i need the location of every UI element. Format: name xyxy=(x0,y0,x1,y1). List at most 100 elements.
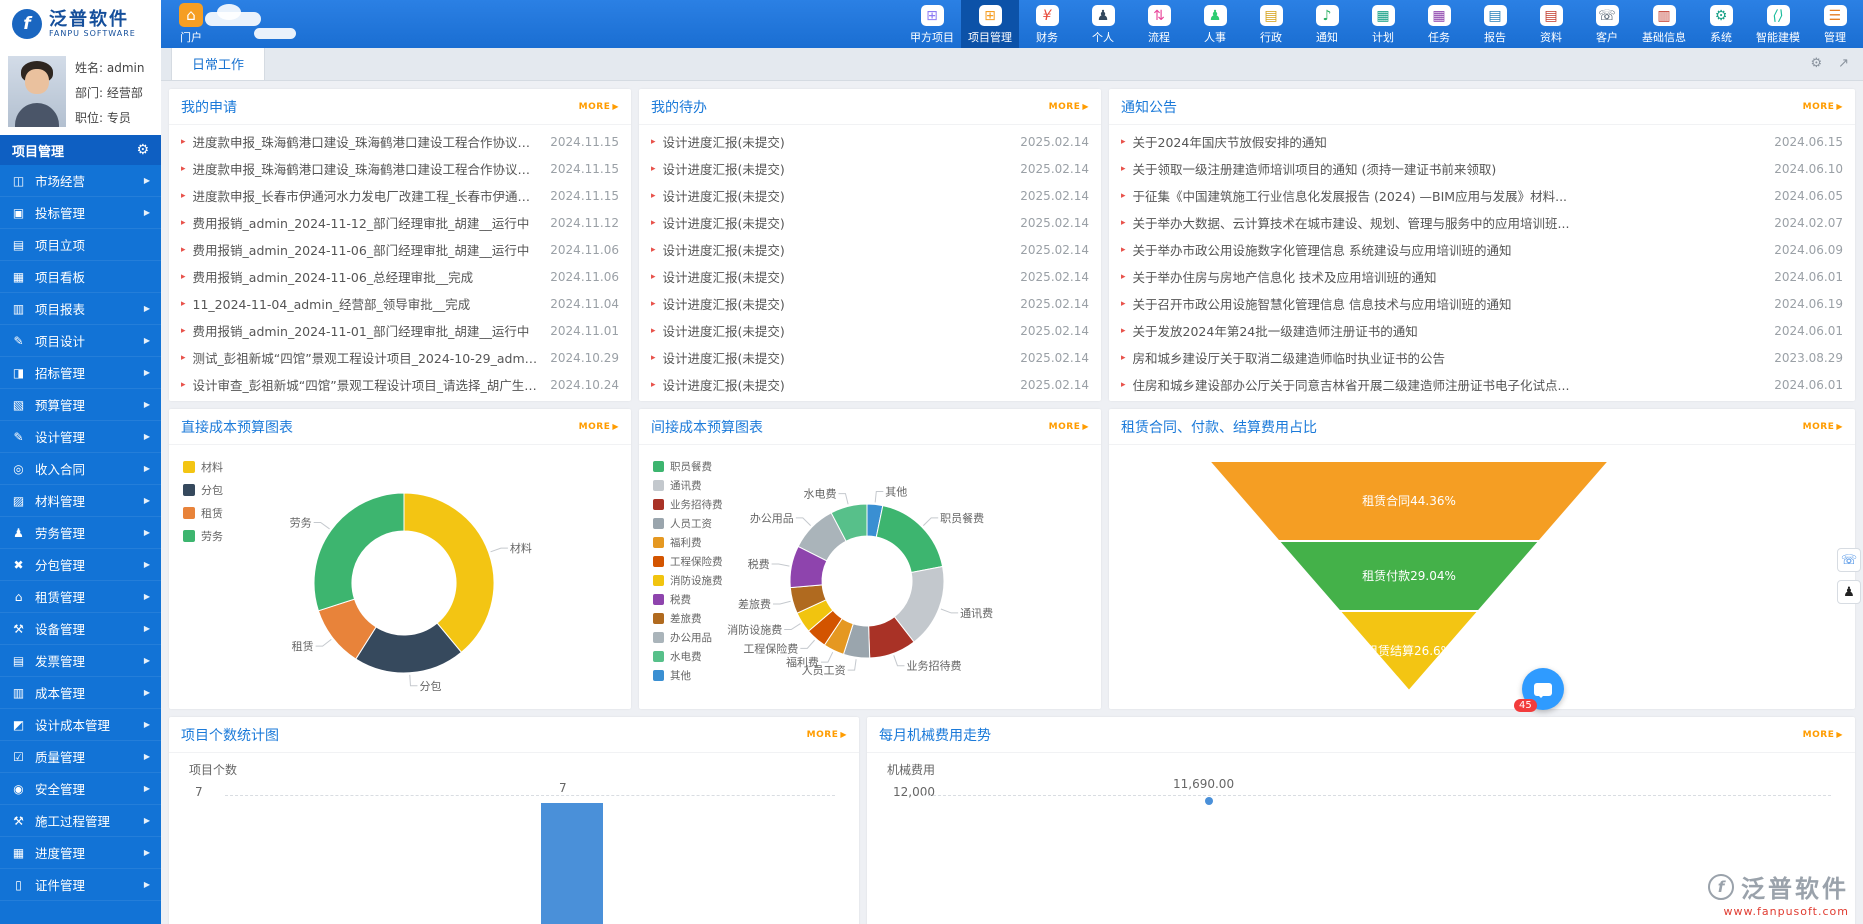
list-item[interactable]: ▸ 关于举办大数据、云计算技术在城市建设、规划、管理与服务中的应用培训班... … xyxy=(1121,209,1843,236)
list-item[interactable]: ▸ 于征集《中国建筑施工行业信息化发展报告 (2024) —BIM应用与发展》材… xyxy=(1121,182,1843,209)
legend-item[interactable]: 税费 xyxy=(653,592,723,607)
list-item[interactable]: ▸ 费用报销_admin_2024-11-12_部门经理审批_胡建__运行中 2… xyxy=(181,209,619,236)
list-item[interactable]: ▸ 进度款申报_珠海鹤港口建设_珠海鹤港口建设工程合作协议书_admin_...… xyxy=(181,155,619,182)
legend-item[interactable]: 其他 xyxy=(653,668,723,683)
legend-item[interactable]: 水电费 xyxy=(653,649,723,664)
list-item[interactable]: ▸ 设计进度汇报(未提交) 2025.02.14 xyxy=(651,344,1089,371)
sidebar-item[interactable]: ◨ 招标管理 ▶ xyxy=(0,357,161,389)
list-item[interactable]: ▸ 设计进度汇报(未提交) 2025.02.14 xyxy=(651,128,1089,155)
top-nav-item[interactable]: ▤ 资料 xyxy=(1523,0,1579,48)
phone-icon[interactable]: ☏ xyxy=(1837,548,1861,572)
sidebar-item[interactable]: ♟ 劳务管理 ▶ xyxy=(0,517,161,549)
sidebar-item[interactable]: ▦ 项目看板 ▶ xyxy=(0,261,161,293)
list-item[interactable]: ▸ 房和城乡建设厅关于取消二级建造师临时执业证书的公告 2023.08.29 xyxy=(1121,344,1843,371)
list-item[interactable]: ▸ 测试_彭祖新城“四馆”景观工程设计项目_2024-10-29_admin_结… xyxy=(181,344,619,371)
sidebar-item[interactable]: ◫ 市场经营 ▶ xyxy=(0,165,161,197)
top-nav-item[interactable]: ▤ 报告 xyxy=(1467,0,1523,48)
top-nav-item[interactable]: ⚙ 系统 xyxy=(1693,0,1749,48)
list-item[interactable]: ▸ 设计进度汇报(未提交) 2025.02.14 xyxy=(651,209,1089,236)
customer-service-button[interactable]: 45 xyxy=(1522,668,1564,710)
list-item[interactable]: ▸ 11_2024-11-04_admin_经营部_领导审批__完成 2024.… xyxy=(181,290,619,317)
top-nav-item[interactable]: ▦ 任务 xyxy=(1411,0,1467,48)
expand-icon[interactable]: ↗ xyxy=(1838,56,1849,71)
legend-item[interactable]: 办公用品 xyxy=(653,630,723,645)
sidebar-item[interactable]: ☑ 质量管理 ▶ xyxy=(0,741,161,773)
sidebar-item[interactable]: ▥ 项目报表 ▶ xyxy=(0,293,161,325)
tools-icon[interactable]: ⚙ xyxy=(1810,56,1822,71)
sidebar-item[interactable]: ⌂ 租赁管理 ▶ xyxy=(0,581,161,613)
legend-item[interactable]: 工程保险费 xyxy=(653,554,723,569)
sidebar-item[interactable]: ▯ 证件管理 ▶ xyxy=(0,869,161,901)
sidebar-item[interactable]: ✎ 项目设计 ▶ xyxy=(0,325,161,357)
legend-item[interactable]: 租赁 xyxy=(183,505,223,521)
list-item[interactable]: ▸ 费用报销_admin_2024-11-01_部门经理审批_胡建__运行中 2… xyxy=(181,317,619,344)
top-nav-item[interactable]: ☏ 客户 xyxy=(1579,0,1635,48)
more-button[interactable]: MORE▶ xyxy=(579,102,619,112)
qq-icon[interactable]: ♟ xyxy=(1837,580,1861,604)
top-nav-item[interactable]: ⊞ 项目管理 xyxy=(961,0,1019,48)
list-item[interactable]: ▸ 关于举办住房与房地产信息化 技术及应用培训班的通知 2024.06.01 xyxy=(1121,263,1843,290)
sidebar-item[interactable]: ⚒ 设备管理 ▶ xyxy=(0,613,161,645)
top-nav-item[interactable]: ♪ 通知 xyxy=(1299,0,1355,48)
gear-icon[interactable]: ⚙ xyxy=(136,142,149,158)
legend-item[interactable]: 差旅费 xyxy=(653,611,723,626)
legend-item[interactable]: 材料 xyxy=(183,459,223,475)
tab-daily-work[interactable]: 日常工作 xyxy=(171,48,265,80)
list-item[interactable]: ▸ 设计进度汇报(未提交) 2025.02.14 xyxy=(651,182,1089,209)
legend-item[interactable]: 人员工资 xyxy=(653,516,723,531)
top-nav-item[interactable]: ▦ 计划 xyxy=(1355,0,1411,48)
list-item[interactable]: ▸ 设计进度汇报(未提交) 2025.02.14 xyxy=(651,236,1089,263)
list-item[interactable]: ▸ 设计进度汇报(未提交) 2025.02.14 xyxy=(651,155,1089,182)
top-nav-item[interactable]: ¥ 财务 xyxy=(1019,0,1075,48)
sidebar-item[interactable]: ◩ 设计成本管理 ▶ xyxy=(0,709,161,741)
sidebar-item[interactable]: ▧ 预算管理 ▶ xyxy=(0,389,161,421)
legend-item[interactable]: 福利费 xyxy=(653,535,723,550)
sidebar-item[interactable]: ▦ 进度管理 ▶ xyxy=(0,837,161,869)
list-item[interactable]: ▸ 关于召开市政公用设施智慧化管理信息 信息技术与应用培训班的通知 2024.0… xyxy=(1121,290,1843,317)
list-item[interactable]: ▸ 设计进度汇报(未提交) 2025.02.14 xyxy=(651,263,1089,290)
sidebar-item[interactable]: ◎ 收入合同 ▶ xyxy=(0,453,161,485)
app-logo[interactable]: f 泛普软件 FANPU SOFTWARE xyxy=(0,0,161,48)
more-button[interactable]: MORE▶ xyxy=(1049,422,1089,432)
legend-item[interactable]: 职员餐费 xyxy=(653,459,723,474)
legend-item[interactable]: 业务招待费 xyxy=(653,497,723,512)
more-button[interactable]: MORE▶ xyxy=(1803,102,1843,112)
more-button[interactable]: MORE▶ xyxy=(1049,102,1089,112)
list-item[interactable]: ▸ 费用报销_admin_2024-11-06_总经理审批__完成 2024.1… xyxy=(181,263,619,290)
sidebar-item[interactable]: ▨ 材料管理 ▶ xyxy=(0,485,161,517)
top-nav-item[interactable]: ♟ 人事 xyxy=(1187,0,1243,48)
list-item[interactable]: ▸ 设计进度汇报(未提交) 2025.02.14 xyxy=(651,371,1089,398)
legend-item[interactable]: 分包 xyxy=(183,482,223,498)
list-item[interactable]: ▸ 进度款申报_长春市伊通河水力发电厂改建工程_长春市伊通河水力发电... 20… xyxy=(181,182,619,209)
nav-portal[interactable]: ⌂ 门户 xyxy=(171,0,211,48)
list-item[interactable]: ▸ 关于发放2024年第24批一级建造师注册证书的通知 2024.06.01 xyxy=(1121,317,1843,344)
legend-item[interactable]: 通讯费 xyxy=(653,478,723,493)
more-button[interactable]: MORE▶ xyxy=(807,730,847,740)
more-button[interactable]: MORE▶ xyxy=(579,422,619,432)
top-nav-item[interactable]: ⟨⟩ 智能建模 xyxy=(1749,0,1807,48)
list-item[interactable]: ▸ 设计审查_彭祖新城“四馆”景观工程设计项目_请选择_胡广生_2024-10-… xyxy=(181,371,619,398)
list-item[interactable]: ▸ 设计进度汇报(未提交) 2025.02.14 xyxy=(651,317,1089,344)
sidebar-item[interactable]: ⚒ 施工过程管理 ▶ xyxy=(0,805,161,837)
top-nav-item[interactable]: ⊞ 甲方项目 xyxy=(903,0,961,48)
list-item[interactable]: ▸ 费用报销_admin_2024-11-06_部门经理审批_胡建__运行中 2… xyxy=(181,236,619,263)
list-item[interactable]: ▸ 进度款申报_珠海鹤港口建设_珠海鹤港口建设工程合作协议书_admin_...… xyxy=(181,128,619,155)
sidebar-item[interactable]: ✎ 设计管理 ▶ xyxy=(0,421,161,453)
top-nav-item[interactable]: ♟ 个人 xyxy=(1075,0,1131,48)
top-nav-item[interactable]: ☰ 管理 xyxy=(1807,0,1863,48)
list-item[interactable]: ▸ 关于举办市政公用设施数字化管理信息 系统建设与应用培训班的通知 2024.0… xyxy=(1121,236,1843,263)
sidebar-item[interactable]: ▤ 发票管理 ▶ xyxy=(0,645,161,677)
list-item[interactable]: ▸ 设计进度汇报(未提交) 2025.02.14 xyxy=(651,290,1089,317)
legend-item[interactable]: 消防设施费 xyxy=(653,573,723,588)
top-nav-item[interactable]: ▤ 行政 xyxy=(1243,0,1299,48)
list-item[interactable]: ▸ 关于2024年国庆节放假安排的通知 2024.06.15 xyxy=(1121,128,1843,155)
more-button[interactable]: MORE▶ xyxy=(1803,422,1843,432)
top-nav-item[interactable]: ▥ 基础信息 xyxy=(1635,0,1693,48)
top-nav-item[interactable]: ⇅ 流程 xyxy=(1131,0,1187,48)
list-item[interactable]: ▸ 关于领取一级注册建造师培训项目的通知 (须持一建证书前来领取) 2024.0… xyxy=(1121,155,1843,182)
legend-item[interactable]: 劳务 xyxy=(183,528,223,544)
sidebar-item[interactable]: ◉ 安全管理 ▶ xyxy=(0,773,161,805)
sidebar-item[interactable]: ▤ 项目立项 ▶ xyxy=(0,229,161,261)
sidebar-item[interactable]: ✖ 分包管理 ▶ xyxy=(0,549,161,581)
sidebar-item[interactable]: ▥ 成本管理 ▶ xyxy=(0,677,161,709)
